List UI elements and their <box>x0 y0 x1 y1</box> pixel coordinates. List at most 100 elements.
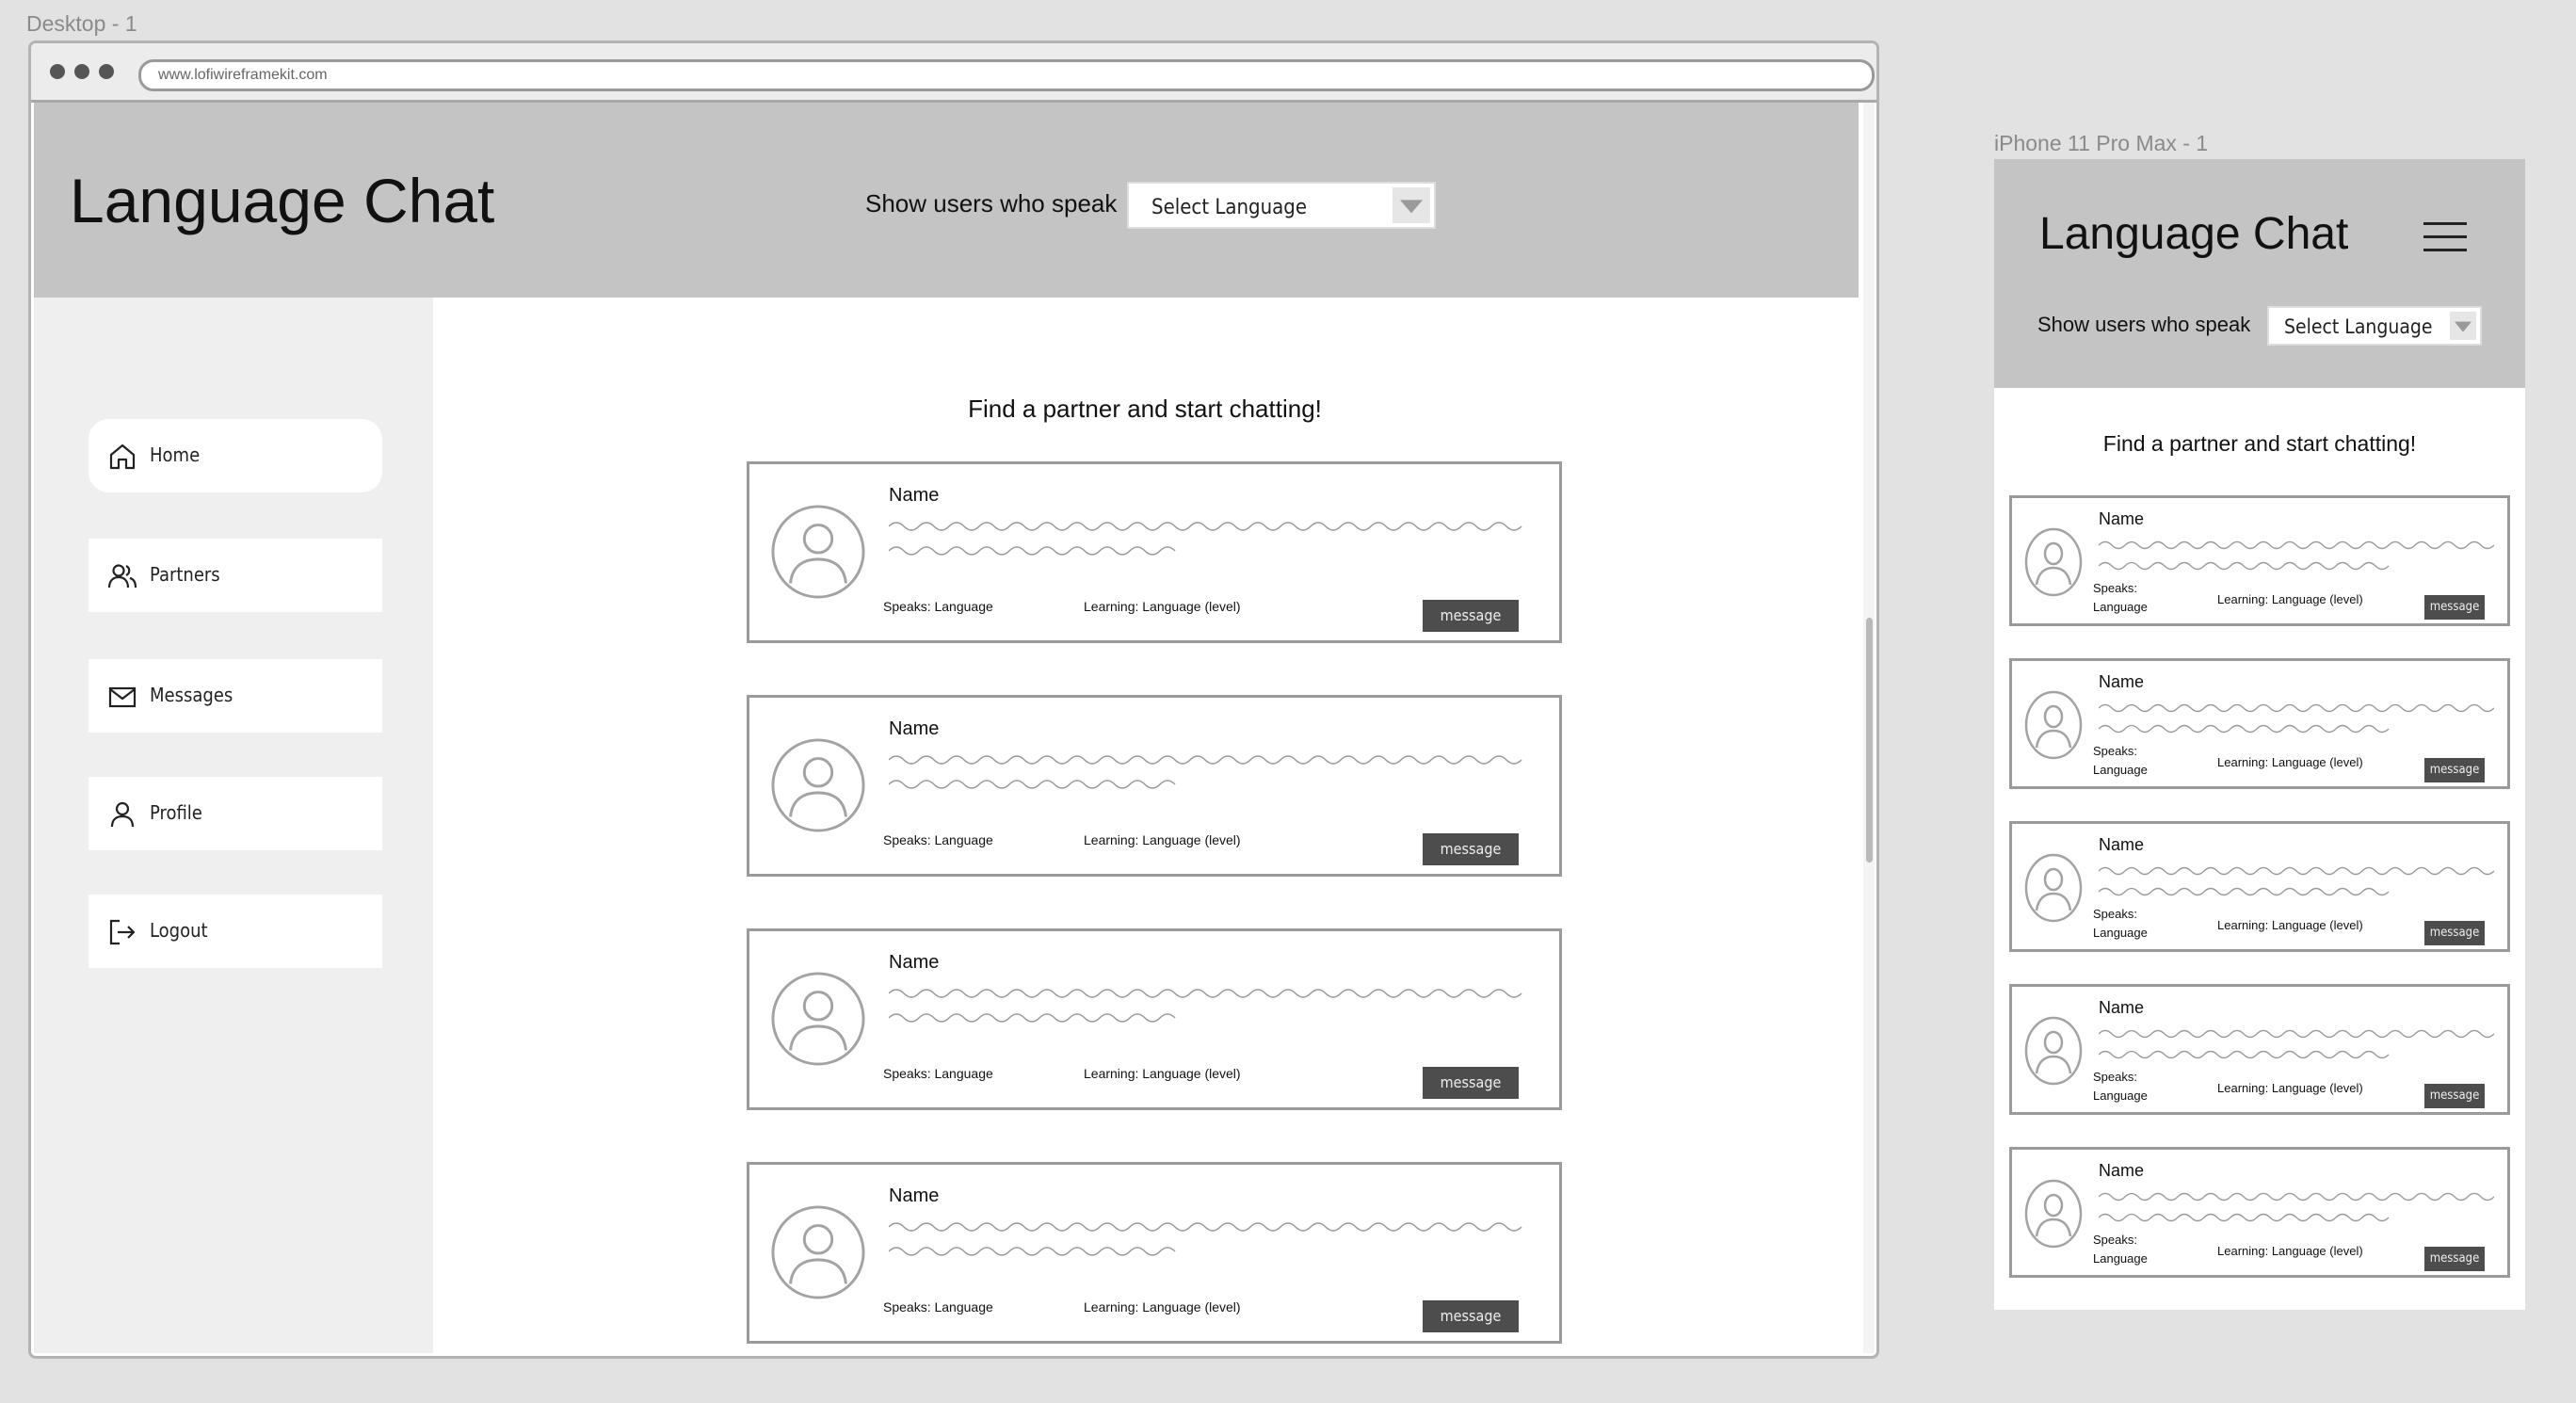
bio-scribble <box>2099 866 2494 896</box>
avatar-icon <box>2024 527 2083 597</box>
partner-card: Name Speaks: Language Learning: Language… <box>2009 1147 2510 1278</box>
learning-language: Learning: Language (level) <box>2217 755 2363 769</box>
speaks-value: Language <box>2093 1089 2148 1103</box>
bio-scribble <box>2099 1029 2494 1059</box>
learning-language: Learning: Language (level) <box>2217 592 2363 606</box>
partner-card: Name Speaks: Language Learning: Language… <box>2009 495 2510 626</box>
mobile-app-title: Language Chat <box>2039 209 2349 259</box>
mobile-screen: Language Chat Show users who speak Selec… <box>1994 159 2525 1310</box>
desktop-viewport: Language Chat Show users who speak Selec… <box>34 103 1859 1353</box>
app-title: Language Chat <box>70 166 495 235</box>
avatar-icon <box>771 738 865 832</box>
avatar-icon <box>771 505 865 599</box>
message-button[interactable]: message <box>1423 833 1519 865</box>
window-minimize-dot[interactable] <box>74 64 89 79</box>
speaks-label: Speaks: <box>2093 907 2137 921</box>
mobile-language-filter-label: Show users who speak <box>2037 313 2251 336</box>
bio-scribble <box>889 989 1522 1023</box>
window-maximize-dot[interactable] <box>99 64 114 79</box>
learning-language: Learning: Language (level) <box>2217 1244 2363 1258</box>
window-close-dot[interactable] <box>50 64 65 79</box>
message-button[interactable]: message <box>2424 1247 2485 1271</box>
speaks-value: Language <box>2093 926 2148 940</box>
sidebar-item-label: Logout <box>150 919 208 942</box>
message-button[interactable]: message <box>1423 1067 1519 1099</box>
mobile-language-select-value: Select Language <box>2284 315 2433 338</box>
user-icon <box>110 801 135 828</box>
message-button[interactable]: message <box>1423 600 1519 632</box>
sidebar-item-label: Partners <box>150 563 220 586</box>
sidebar-item-home[interactable]: Home <box>89 419 382 492</box>
speaks-language: Speaks: Language <box>2093 1231 2159 1268</box>
envelope-icon <box>108 686 137 708</box>
message-button[interactable]: message <box>2424 758 2485 782</box>
partner-name: Name <box>2099 1161 2145 1180</box>
speaks-value: Language <box>2093 763 2148 777</box>
language-select[interactable]: Select Language <box>1127 182 1436 229</box>
hamburger-menu-icon[interactable] <box>2423 219 2469 253</box>
sidebar-item-profile[interactable]: Profile <box>89 777 382 850</box>
speaks-language: Speaks: Language <box>883 832 993 847</box>
bio-scribble <box>889 755 1522 789</box>
sidebar-item-label: Home <box>150 443 201 466</box>
address-bar[interactable]: www.lofiwireframekit.com <box>138 59 1875 91</box>
avatar-icon <box>2024 1179 2083 1249</box>
speaks-language: Speaks: Language <box>2093 905 2159 943</box>
sidebar-item-messages[interactable]: Messages <box>89 659 382 733</box>
speaks-language: Speaks: Language <box>2093 1068 2159 1105</box>
partner-card: Name Speaks: Language Learning: Language… <box>747 695 1562 877</box>
learning-language: Learning: Language (level) <box>2217 918 2363 932</box>
partner-card: Name Speaks: Language Learning: Language… <box>747 928 1562 1110</box>
speaks-language: Speaks: Language <box>883 1299 993 1314</box>
page-heading: Find a partner and start chatting! <box>968 395 1322 423</box>
language-filter-label: Show users who speak <box>865 189 1118 218</box>
partner-name: Name <box>889 1185 940 1206</box>
learning-language: Learning: Language (level) <box>1084 832 1241 847</box>
speaks-language: Speaks: Language <box>2093 742 2159 780</box>
app-header: Language Chat Show users who speak Selec… <box>34 103 1859 298</box>
speaks-value: Language <box>2093 600 2148 614</box>
sidebar-item-logout[interactable]: Logout <box>89 895 382 968</box>
message-button[interactable]: message <box>2424 1084 2485 1108</box>
speaks-value: Language <box>2093 1251 2148 1266</box>
browser-toolbar: www.lofiwireframekit.com <box>31 43 1876 103</box>
speaks-label: Speaks: <box>2093 1070 2137 1084</box>
mobile-frame-label: iPhone 11 Pro Max - 1 <box>1994 131 2209 155</box>
logout-icon <box>109 919 136 945</box>
mobile-app-header: Language Chat Show users who speak Selec… <box>1994 159 2525 388</box>
desktop-frame-label: Desktop - 1 <box>26 11 137 36</box>
learning-language: Learning: Language (level) <box>1084 599 1241 614</box>
learning-language: Learning: Language (level) <box>1084 1299 1241 1314</box>
partner-name: Name <box>2099 835 2145 854</box>
dropdown-arrow-icon[interactable] <box>1393 187 1430 223</box>
users-icon <box>107 564 137 589</box>
language-select-value: Select Language <box>1151 196 1308 219</box>
desktop-browser-window: www.lofiwireframekit.com Language Chat S… <box>28 40 1879 1359</box>
bio-scribble <box>2099 1192 2494 1222</box>
partner-card: Name Speaks: Language Learning: Language… <box>747 461 1562 643</box>
sidebar-item-label: Messages <box>150 684 233 706</box>
partner-card: Name Speaks: Language Learning: Language… <box>2009 821 2510 952</box>
message-button[interactable]: message <box>2424 921 2485 945</box>
speaks-label: Speaks: <box>2093 1233 2137 1247</box>
avatar-icon <box>2024 853 2083 923</box>
mobile-page-heading: Find a partner and start chatting! <box>2102 431 2417 456</box>
sidebar-item-label: Profile <box>150 801 202 824</box>
sidebar-item-partners[interactable]: Partners <box>89 539 382 612</box>
dropdown-arrow-icon[interactable] <box>2450 312 2476 340</box>
partner-name: Name <box>889 952 940 973</box>
partner-card: Name Speaks: Language Learning: Language… <box>2009 658 2510 789</box>
scrollbar-thumb[interactable] <box>1866 618 1873 863</box>
partner-name: Name <box>889 485 940 506</box>
partner-name: Name <box>2099 672 2145 691</box>
partner-card: Name Speaks: Language Learning: Language… <box>747 1162 1562 1344</box>
partner-card: Name Speaks: Language Learning: Language… <box>2009 984 2510 1115</box>
partner-name: Name <box>889 718 940 739</box>
mobile-language-select[interactable]: Select Language <box>2267 306 2482 346</box>
bio-scribble <box>889 1222 1522 1256</box>
sidebar: Home Partners Messages Profile Logout <box>34 298 433 1353</box>
speaks-language: Speaks: Language <box>883 1066 993 1081</box>
speaks-label: Speaks: <box>2093 581 2137 595</box>
message-button[interactable]: message <box>1423 1300 1519 1332</box>
message-button[interactable]: message <box>2424 595 2485 620</box>
